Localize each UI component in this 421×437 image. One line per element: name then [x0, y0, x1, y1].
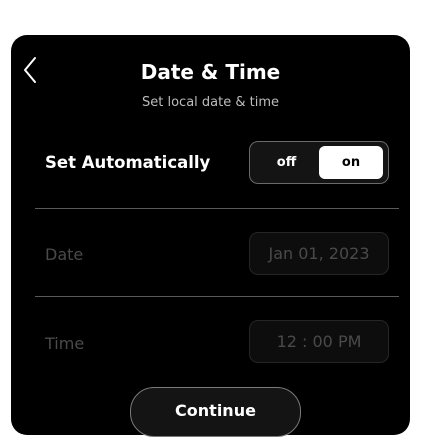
- page-title: Date & Time: [140, 60, 281, 84]
- divider: [35, 208, 399, 209]
- toggle-option-off[interactable]: off: [254, 146, 319, 179]
- page-subtitle: Set local date & time: [142, 95, 279, 110]
- date-field[interactable]: Jan 01, 2023: [249, 232, 389, 275]
- time-label: Time: [45, 334, 85, 353]
- continue-button[interactable]: Continue: [130, 387, 301, 437]
- toggle-option-on[interactable]: on: [319, 146, 383, 179]
- set-automatically-label: Set Automatically: [45, 153, 211, 172]
- divider: [35, 296, 399, 297]
- set-automatically-toggle[interactable]: off on: [249, 141, 389, 184]
- time-field[interactable]: 12 : 00 PM: [249, 320, 389, 363]
- date-label: Date: [45, 245, 84, 264]
